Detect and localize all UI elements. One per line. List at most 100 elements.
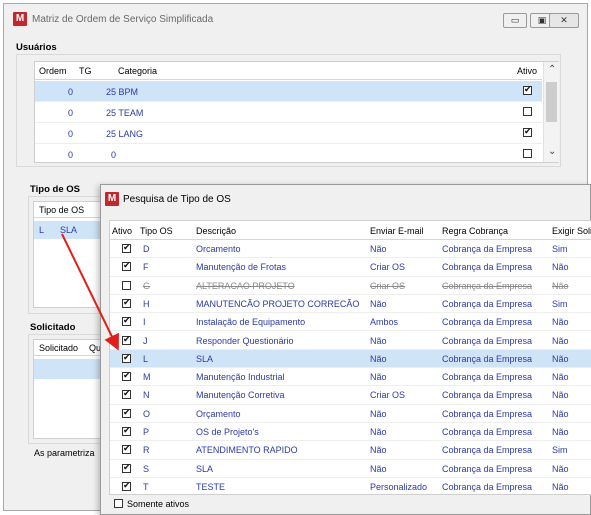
- tipo-os-result-row[interactable]: O Orçamento Não Cobrança da Empresa Não: [110, 405, 591, 423]
- tipo-os-descricao: ATENDIMENTO RAPIDO: [196, 445, 298, 456]
- exigir-value: Não: [552, 262, 569, 273]
- solicitado-row-highlight[interactable]: [34, 359, 109, 379]
- ativo-checkbox[interactable]: [122, 297, 131, 308]
- col-ativo-header[interactable]: Ativo: [112, 226, 132, 236]
- tipo-os-descricao: Instalação de Equipamento: [196, 317, 306, 328]
- tipo-os-result-row[interactable]: P OS de Projeto's Não Cobrança da Empresa Nã…: [110, 423, 591, 442]
- minimize-button[interactable]: ▭: [503, 13, 527, 28]
- usuarios-grid: Ordem TG Categoria Ativo 0 25 BPM 0 25 TEAM…: [34, 61, 559, 165]
- usuario-categoria: 25 BPM: [106, 87, 139, 97]
- regra-cobranca-value: Cobrança da Empresa: [442, 481, 533, 492]
- tipo-os-result-row[interactable]: L SLA Não Cobrança da Empresa Não: [110, 349, 591, 369]
- somente-ativos-box[interactable]: [114, 499, 123, 508]
- tipo-os-result-row[interactable]: I Instalação de Equipamento Ambos Cobrança …: [110, 313, 591, 332]
- tipo-os-descricao: Manutenção Industrial: [196, 372, 285, 383]
- regra-cobranca-value: Cobrança da Empresa: [442, 353, 533, 364]
- col-categoria[interactable]: Categoria: [118, 66, 157, 76]
- col-exigir-header[interactable]: Exigir Soli: [552, 226, 591, 236]
- search-dialog: M Pesquisa de Tipo de OS Ativo Tipo OS D…: [100, 184, 591, 515]
- tipo-os-code: L: [143, 353, 149, 364]
- tipo-os-descricao: SLA: [196, 463, 214, 474]
- ativo-checkbox[interactable]: [122, 388, 131, 400]
- tipo-os-row[interactable]: L SLA: [34, 221, 109, 239]
- close-button[interactable]: ✕: [549, 13, 579, 28]
- col-ordem[interactable]: Ordem: [39, 66, 67, 76]
- col-tg[interactable]: TG: [79, 66, 92, 76]
- scroll-down-icon[interactable]: ⌄: [548, 146, 556, 157]
- scroll-up-icon[interactable]: ⌃: [548, 64, 556, 75]
- ativo-checkbox[interactable]: [122, 443, 131, 455]
- ativo-checkbox[interactable]: [122, 352, 131, 363]
- col-enviar-email-header[interactable]: Enviar E-mail: [370, 226, 424, 236]
- usuario-ordem: 0: [68, 108, 74, 118]
- tipo-os-code: O: [143, 408, 151, 419]
- col-ativo[interactable]: Ativo: [517, 66, 537, 76]
- dialog-title: Pesquisa de Tipo de OS: [123, 194, 231, 205]
- dialog-logo-icon: M: [105, 192, 119, 206]
- col-tipo-os-header[interactable]: Tipo OS: [140, 226, 173, 236]
- usuarios-row[interactable]: 0 25 LANG: [35, 123, 542, 144]
- col-descricao-header[interactable]: Descrição: [196, 226, 236, 236]
- exigir-value: Não: [552, 335, 569, 346]
- main-window-title: Matriz de Ordem de Serviço Simplificada: [32, 14, 214, 25]
- ativo-checkbox[interactable]: [122, 334, 131, 345]
- usuario-categoria: 25 TEAM: [106, 108, 144, 118]
- tipo-os-result-row[interactable]: G ALTERACAO PROJETO Criar OS Cobrança da Em…: [110, 277, 591, 295]
- usuarios-row[interactable]: 0 25 TEAM: [35, 102, 542, 123]
- tipo-os-code: I: [143, 317, 146, 328]
- ativo-checkbox[interactable]: [122, 315, 131, 327]
- tipo-os-result-row[interactable]: H MANUTENCÃO PROJETO CORRECÃO Não Cobrança …: [110, 295, 591, 314]
- tipo-os-result-row[interactable]: J Responder Questionário Não Cobrança da Em…: [110, 332, 591, 350]
- ativo-checkbox[interactable]: [122, 242, 131, 253]
- usuario-ativo-checkbox[interactable]: [523, 126, 532, 137]
- enviar-email-value: Não: [370, 244, 387, 254]
- ativo-checkbox[interactable]: [122, 260, 131, 272]
- tipo-os-code: D: [143, 244, 150, 254]
- usuarios-row[interactable]: 0 25 BPM: [35, 81, 542, 102]
- ativo-checkbox[interactable]: [122, 280, 131, 290]
- tipo-os-result-row[interactable]: M Manutenção Industrial Não Cobrança da Emp…: [110, 368, 591, 387]
- tipo-os-result-row[interactable]: D Orcamento Não Cobrança da Empresa Sim: [110, 240, 591, 259]
- usuario-ordem: 0: [68, 150, 74, 160]
- tipo-os-result-row[interactable]: F Manutenção de Frotas Criar OS Cobrança da…: [110, 258, 591, 277]
- ativo-checkbox[interactable]: [122, 370, 131, 382]
- solicitado-grid: Solicitado Qu: [33, 339, 109, 439]
- ativo-checkbox[interactable]: [122, 407, 131, 418]
- exigir-value: Não: [552, 408, 569, 419]
- usuario-ativo-checkbox[interactable]: [523, 107, 532, 116]
- tipo-os-result-row[interactable]: R ATENDIMENTO RAPIDO Não Cobrança da Empres…: [110, 441, 591, 460]
- enviar-email-value: Criar OS: [370, 262, 406, 273]
- enviar-email-value: Não: [370, 335, 387, 346]
- exigir-value: Não: [552, 427, 569, 437]
- usuarios-row[interactable]: 00: [35, 144, 542, 165]
- col-solicitado[interactable]: Solicitado: [39, 343, 78, 353]
- scroll-thumb[interactable]: [546, 82, 557, 122]
- col-tipo-os[interactable]: Tipo de OS: [39, 205, 84, 215]
- tipo-os-code: N: [143, 390, 150, 401]
- tipo-os-code: T: [143, 481, 149, 492]
- enviar-email-value: Não: [370, 372, 387, 383]
- usuario-ativo-checkbox[interactable]: [523, 149, 532, 158]
- ativo-checkbox[interactable]: [122, 462, 131, 473]
- usuarios-scrollbar[interactable]: ⌃ ⌄: [543, 62, 559, 162]
- tipo-os-group-label: Tipo de OS: [30, 184, 80, 195]
- regra-cobranca-value: Cobrança da Empresa: [442, 244, 533, 254]
- usuario-ativo-checkbox[interactable]: [523, 84, 532, 95]
- regra-cobranca-value: Cobrança da Empresa: [442, 335, 533, 346]
- ativo-checkbox[interactable]: [122, 480, 131, 491]
- tipo-os-descricao: TESTE: [196, 481, 226, 492]
- exigir-value: Não: [552, 481, 569, 492]
- tipo-os-result-row[interactable]: S SLA Não Cobrança da Empresa Não: [110, 460, 591, 478]
- usuarios-group-label: Usuários: [16, 42, 57, 53]
- tipo-os-code: H: [143, 298, 150, 309]
- usuarios-grid-header: Ordem TG Categoria Ativo: [35, 62, 542, 80]
- ativo-checkbox[interactable]: [122, 425, 131, 436]
- tipo-os-result-row[interactable]: N Manutenção Corretiva Criar OS Cobrança da…: [110, 386, 591, 405]
- usuario-categoria: 25 LANG: [106, 129, 144, 139]
- tipo-os-result-row[interactable]: T TESTE Personalizado Cobrança da Empresa Nã…: [110, 478, 591, 494]
- col-regra-cobranca-header[interactable]: Regra Cobrança: [442, 226, 508, 236]
- exigir-value: Sim: [552, 244, 568, 254]
- somente-ativos-checkbox[interactable]: Somente ativos: [114, 497, 234, 511]
- exigir-value: Não: [552, 390, 569, 401]
- usuario-categoria: 0: [111, 150, 117, 160]
